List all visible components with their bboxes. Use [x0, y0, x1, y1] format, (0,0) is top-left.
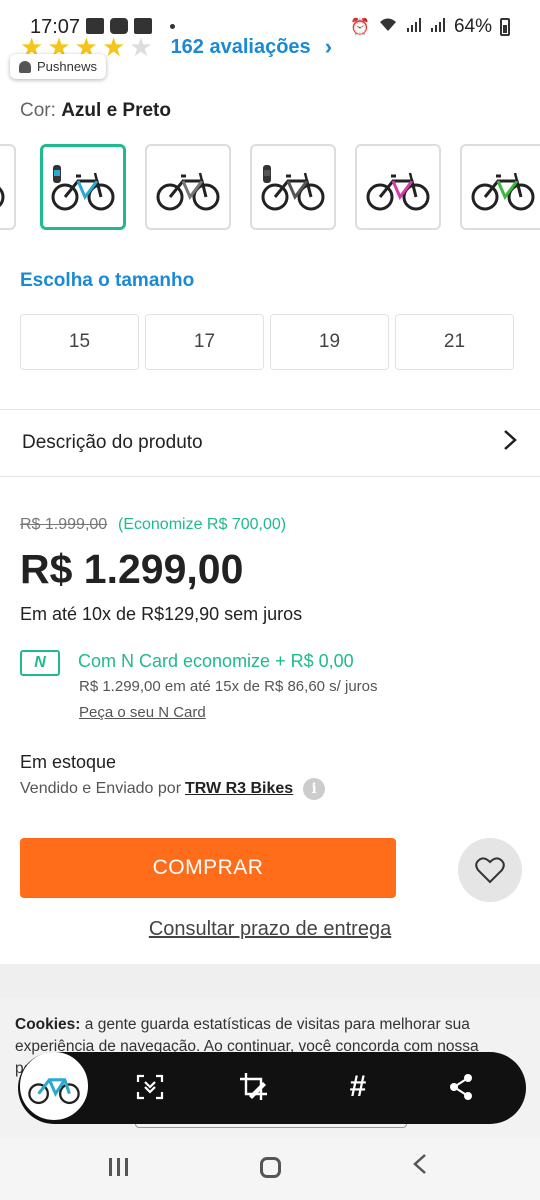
ncard-logo-icon: N [20, 650, 60, 676]
ncard-subtitle: R$ 1.299,00 em até 15x de R$ 86,60 s/ ju… [79, 678, 378, 695]
hashtag-icon[interactable]: # [341, 1070, 375, 1104]
more-notifications-dot [170, 23, 175, 29]
bell-icon [19, 60, 31, 73]
home-button[interactable] [260, 1157, 281, 1178]
color-thumbnail-preto-verde[interactable] [460, 144, 540, 230]
battery-percent: 64% [453, 16, 492, 37]
product-description-row[interactable]: Descrição do produto [0, 410, 540, 476]
seller-name-link[interactable]: TRW R3 Bikes [185, 780, 293, 798]
star-icon: ★ [101, 32, 126, 62]
divider [0, 476, 540, 477]
seller-prefix: Vendido e Enviado por [20, 780, 182, 797]
color-thumbnail-preto-vermelho[interactable] [0, 144, 16, 230]
bike-image [366, 172, 430, 211]
savings-text: (Economize R$ 700,00) [118, 516, 287, 533]
recent-apps-button[interactable] [109, 1158, 128, 1176]
stock-status: Em estoque [20, 752, 117, 772]
signal-4g-icon [430, 17, 446, 38]
delivery-estimate-link[interactable]: Consultar prazo de entrega [0, 918, 540, 941]
wifi-icon [378, 17, 398, 38]
product-description-label: Descrição do produto [22, 432, 203, 453]
color-thumbnail-preto-cinza[interactable] [145, 144, 231, 230]
favorite-button[interactable] [458, 838, 522, 902]
current-price: R$ 1.299,00 [20, 546, 244, 592]
cookie-title: Cookies: [15, 1016, 81, 1033]
screenshot-toolbar: # [18, 1052, 526, 1124]
screenshot-preview-thumbnail[interactable] [20, 1052, 88, 1120]
bike-image [156, 172, 220, 211]
size-option[interactable]: 15 [20, 314, 139, 370]
color-thumbnails [0, 144, 540, 232]
battery-icon [500, 18, 510, 36]
size-options: 15 17 19 21 [20, 314, 514, 370]
bike-image [51, 165, 115, 211]
bike-image [471, 172, 535, 211]
crop-edit-icon[interactable] [237, 1070, 271, 1104]
alarm-icon: ⏰ [350, 19, 370, 36]
status-system-icons: ⏰ 64% [350, 16, 510, 38]
size-section-title: Escolha o tamanho [20, 270, 195, 291]
section-separator [0, 964, 540, 998]
buy-button[interactable]: COMPRAR [20, 838, 396, 898]
android-nav-bar [0, 1138, 540, 1200]
size-option[interactable]: 19 [270, 314, 389, 370]
color-thumbnail-preto-rosa[interactable] [355, 144, 441, 230]
back-button[interactable] [412, 1152, 428, 1183]
reviews-count-link[interactable]: 162 avaliações [171, 36, 311, 59]
info-icon[interactable]: i [303, 778, 326, 800]
bike-image [0, 186, 5, 208]
pushnews-label: Pushnews [37, 59, 97, 74]
size-option[interactable]: 17 [145, 314, 264, 370]
ncard-badge-letter: N [34, 654, 46, 671]
size-option[interactable]: 21 [395, 314, 514, 370]
signal-icon [406, 17, 422, 38]
scroll-capture-icon[interactable] [133, 1070, 167, 1104]
ncard-request-link[interactable]: Peça o seu N Card [79, 704, 206, 721]
color-value: Azul e Preto [61, 100, 171, 121]
bike-image [261, 165, 325, 211]
color-thumbnail-cinza-preto[interactable] [250, 144, 336, 230]
star-empty-icon: ★ [129, 32, 153, 62]
pushnews-badge[interactable]: Pushnews [10, 54, 106, 79]
color-prefix: Cor: [20, 100, 56, 121]
chevron-right-icon [502, 428, 518, 459]
chevron-right-icon: › [324, 34, 333, 59]
heart-icon [475, 857, 505, 884]
share-icon[interactable] [444, 1070, 478, 1104]
color-thumbnail-azul-preto[interactable] [40, 144, 126, 230]
color-label: Cor: Azul e Preto [20, 100, 171, 122]
seller-line: Vendido e Enviado por TRW R3 Bikes i [20, 778, 326, 800]
installments-text: Em até 10x de R$129,90 sem juros [20, 604, 303, 624]
ncard-title: Com N Card economize + R$ 0,00 [78, 651, 354, 671]
old-price: R$ 1.999,00 [20, 516, 108, 533]
